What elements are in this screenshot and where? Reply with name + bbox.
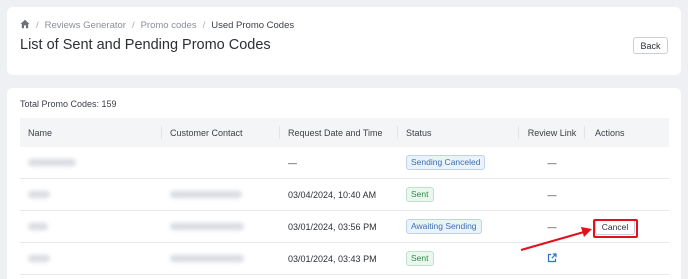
breadcrumb-separator: / bbox=[36, 20, 39, 31]
actions-cell: Cancel bbox=[585, 211, 669, 242]
breadcrumb-promo-codes[interactable]: Promo codes bbox=[141, 20, 197, 31]
breadcrumb-separator: / bbox=[202, 20, 206, 31]
status-badge: Sent bbox=[406, 250, 434, 267]
promo-codes-table: Name Customer Contact Request Date and T… bbox=[20, 118, 669, 275]
table-header: Name Customer Contact Request Date and T… bbox=[20, 118, 669, 147]
table-card: Total Promo Codes: 159 Name Customer Con… bbox=[7, 88, 681, 279]
status-cell: Awaiting Sending bbox=[398, 211, 519, 242]
back-button[interactable]: Back bbox=[633, 37, 668, 54]
column-header-actions: Actions bbox=[595, 127, 625, 138]
date-cell: — bbox=[288, 157, 297, 168]
table-row: 03/01/2024, 03:56 PM Awaiting Sending — … bbox=[20, 211, 669, 243]
column-header-customer-contact[interactable]: Customer Contact bbox=[162, 118, 280, 147]
column-header-name[interactable]: Name bbox=[20, 118, 162, 147]
contact-cell bbox=[162, 179, 280, 210]
cancel-button[interactable]: Cancel bbox=[595, 218, 635, 235]
status-cell: Sent bbox=[398, 243, 519, 274]
table-row: — Sending Canceled — bbox=[20, 147, 669, 179]
actions-cell bbox=[585, 147, 669, 178]
date-cell: 03/04/2024, 10:40 AM bbox=[288, 189, 377, 200]
breadcrumb-separator: / bbox=[131, 20, 135, 31]
actions-cell bbox=[585, 243, 669, 274]
review-link-cell: — bbox=[547, 189, 557, 200]
page-title: List of Sent and Pending Promo Codes bbox=[20, 37, 271, 53]
status-badge: Awaiting Sending bbox=[406, 218, 482, 235]
header-card: / Reviews Generator / Promo codes / Used… bbox=[7, 7, 681, 75]
breadcrumb-used-promo-codes: Used Promo Codes bbox=[211, 20, 295, 31]
contact-cell bbox=[162, 243, 280, 274]
breadcrumb: / Reviews Generator / Promo codes / Used… bbox=[20, 19, 294, 32]
date-cell: 03/01/2024, 03:56 PM bbox=[288, 221, 377, 232]
contact-cell bbox=[162, 147, 280, 178]
column-header-status[interactable]: Status bbox=[398, 118, 519, 147]
status-cell: Sent bbox=[398, 179, 519, 210]
external-link-icon[interactable] bbox=[547, 252, 557, 265]
name-cell bbox=[20, 179, 162, 210]
table-row: 03/01/2024, 03:43 PM Sent bbox=[20, 243, 669, 275]
status-badge: Sending Canceled bbox=[406, 154, 486, 171]
table-row: 03/04/2024, 10:40 AM Sent — bbox=[20, 179, 669, 211]
column-header-request-date[interactable]: Request Date and Time bbox=[280, 118, 398, 147]
review-link-cell bbox=[519, 243, 585, 274]
review-link-cell: — bbox=[547, 221, 557, 232]
column-header-review-link[interactable]: Review Link bbox=[519, 118, 585, 147]
status-cell: Sending Canceled bbox=[398, 147, 519, 178]
name-cell bbox=[20, 243, 162, 274]
name-cell bbox=[20, 211, 162, 242]
total-promo-codes: Total Promo Codes: 159 bbox=[20, 99, 117, 109]
name-cell bbox=[20, 147, 162, 178]
date-cell: 03/01/2024, 03:43 PM bbox=[288, 253, 377, 264]
status-badge: Sent bbox=[406, 186, 434, 203]
home-icon[interactable] bbox=[20, 19, 30, 32]
review-link-cell: — bbox=[547, 157, 557, 168]
contact-cell bbox=[162, 211, 280, 242]
breadcrumb-reviews-generator[interactable]: Reviews Generator bbox=[45, 20, 126, 31]
actions-cell bbox=[585, 179, 669, 210]
